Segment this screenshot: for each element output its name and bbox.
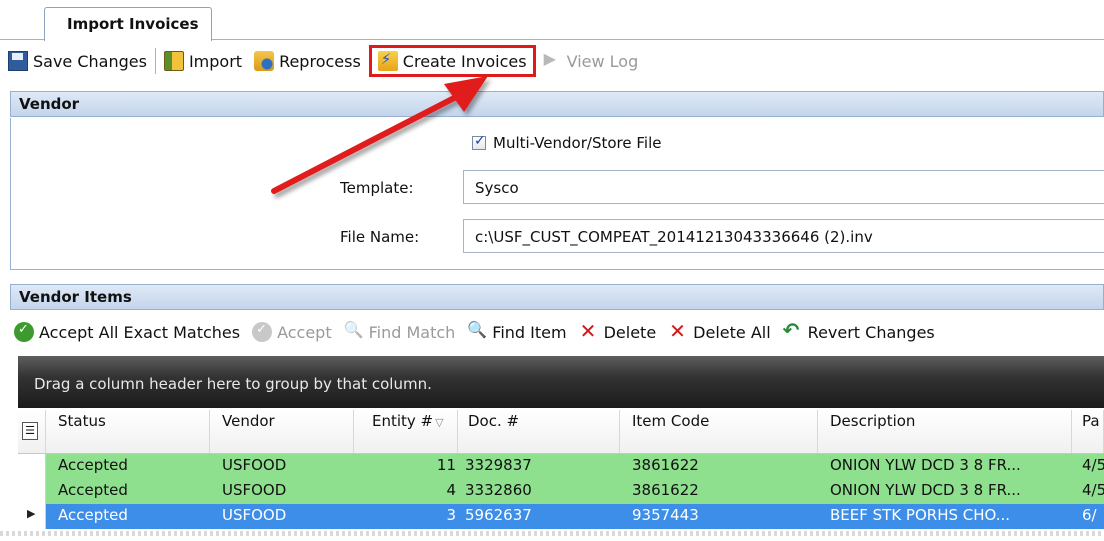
find-item-label: Find Item: [492, 322, 567, 342]
checkmark-icon: [14, 322, 34, 342]
cell-item-code: 3861622: [632, 456, 699, 474]
cell-vendor: USFOOD: [222, 481, 287, 499]
reprocess-button[interactable]: Reprocess: [248, 45, 367, 77]
cell-status: Accepted: [58, 481, 128, 499]
delete-all-label: Delete All: [693, 322, 771, 342]
vendor-section-header: Vendor: [10, 91, 1104, 117]
create-invoices-button[interactable]: Create Invoices: [368, 45, 536, 77]
column-header-entity[interactable]: Entity # ▽: [354, 410, 458, 453]
import-label: Import: [188, 51, 243, 71]
checkmark-disabled-icon: [252, 322, 273, 342]
cell-item-code: 9357443: [632, 506, 699, 524]
current-row-arrow-icon: ▶: [27, 507, 36, 520]
cell-pack: 4/5: [1082, 481, 1104, 499]
column-header-description[interactable]: Description: [818, 410, 1072, 453]
cell-doc: 3332860: [465, 481, 532, 499]
reprocess-label: Reprocess: [279, 51, 361, 71]
accept-label: Accept: [277, 322, 332, 342]
cell-vendor: USFOOD: [222, 506, 287, 524]
find-match-button[interactable]: Find Match: [338, 316, 462, 348]
cell-description: ONION YLW DCD 3 8 FR...: [830, 481, 1021, 499]
multi-vendor-checkbox-row[interactable]: Multi-Vendor/Store File: [472, 133, 662, 152]
multi-vendor-checkbox[interactable]: [472, 133, 486, 150]
cell-vendor: USFOOD: [222, 456, 287, 474]
delete-button[interactable]: Delete: [573, 316, 663, 348]
cell-doc: 3329837: [465, 456, 532, 474]
file-name-value: c:\USF_CUST_COMPEAT_20141213043336646 (2…: [475, 228, 873, 246]
import-icon: [163, 51, 184, 71]
save-changes-button[interactable]: Save Changes: [0, 45, 153, 77]
tab-import-invoices[interactable]: Import Invoices: [44, 7, 212, 41]
view-log-icon: [542, 49, 562, 71]
cell-entity: 11: [436, 456, 456, 474]
cell-status: Accepted: [58, 506, 128, 524]
cell-description: ONION YLW DCD 3 8 FR...: [830, 456, 1021, 474]
cell-status: Accepted: [58, 456, 128, 474]
cell-description: BEEF STK PORHS CHO...: [830, 506, 1011, 524]
group-hint-text: Drag a column header here to group by th…: [34, 375, 432, 393]
import-button[interactable]: Import: [158, 45, 248, 77]
cell-doc: 5962637: [465, 506, 532, 524]
search-disabled-icon: [344, 320, 364, 342]
template-field[interactable]: Sysco: [463, 170, 1104, 204]
table-row[interactable]: Accepted USFOOD 4 3332860 3861622 ONION …: [18, 479, 1104, 504]
lightning-icon: [377, 50, 398, 71]
accept-all-label: Accept All Exact Matches: [39, 322, 241, 342]
view-log-label: View Log: [566, 51, 639, 71]
sort-descending-icon: ▽: [435, 416, 444, 429]
find-item-button[interactable]: Find Item: [461, 316, 572, 348]
view-log-button[interactable]: View Log: [536, 45, 645, 77]
cell-pack: 4/5: [1082, 456, 1104, 474]
revert-changes-label: Revert Changes: [807, 322, 935, 342]
table-row-selected[interactable]: ▶ Accepted USFOOD 3 5962637 9357443 BEEF…: [18, 504, 1104, 529]
multi-vendor-label: Multi-Vendor/Store File: [493, 134, 662, 152]
tab-strip: Import Invoices: [0, 0, 1104, 41]
cell-item-code: 3861622: [632, 481, 699, 499]
vendor-items-section-header: Vendor Items: [10, 284, 1104, 310]
template-label: Template:: [340, 179, 414, 197]
column-header-doc[interactable]: Doc. #: [458, 410, 620, 453]
cell-entity: 3: [446, 506, 456, 524]
file-name-field[interactable]: c:\USF_CUST_COMPEAT_20141213043336646 (2…: [463, 219, 1104, 253]
delete-icon: [579, 319, 599, 343]
grid-header-row: ☰ Status Vendor Entity # ▽ Doc. # Item Co…: [18, 410, 1104, 454]
revert-icon: [783, 318, 803, 342]
column-chooser-icon[interactable]: ☰: [18, 410, 46, 453]
cell-pack: 6/: [1082, 506, 1097, 524]
vendor-header-label: Vendor: [19, 95, 80, 113]
delete-label: Delete: [603, 322, 657, 342]
accept-button[interactable]: Accept: [246, 316, 338, 348]
row-indicator[interactable]: ▶: [18, 504, 46, 529]
save-changes-label: Save Changes: [33, 51, 147, 71]
torn-edge-fill: [0, 536, 1104, 541]
find-match-label: Find Match: [368, 322, 456, 342]
column-header-status[interactable]: Status: [46, 410, 210, 453]
accept-all-button[interactable]: Accept All Exact Matches: [10, 316, 246, 348]
column-header-item-code[interactable]: Item Code: [620, 410, 818, 453]
file-name-label: File Name:: [340, 228, 420, 246]
row-indicator[interactable]: [18, 479, 46, 504]
vendor-items-header-label: Vendor Items: [19, 288, 132, 306]
delete-all-icon: [668, 319, 688, 343]
column-header-pack[interactable]: Pa: [1072, 410, 1104, 453]
vendor-items-grid: ☰ Status Vendor Entity # ▽ Doc. # Item Co…: [18, 410, 1104, 529]
save-icon: [8, 51, 28, 71]
toolbar-separator: [154, 48, 156, 74]
table-row[interactable]: Accepted USFOOD 11 3329837 3861622 ONION…: [18, 454, 1104, 479]
search-icon: [467, 320, 487, 342]
group-by-panel[interactable]: Drag a column header here to group by th…: [18, 356, 1104, 408]
main-toolbar: Save Changes Import Reprocess Create Inv…: [0, 41, 1104, 81]
delete-all-button[interactable]: Delete All: [662, 316, 777, 348]
template-value: Sysco: [475, 179, 519, 197]
cell-entity: 4: [446, 481, 456, 499]
row-indicator[interactable]: [18, 454, 46, 479]
reprocess-icon: [254, 51, 275, 71]
vendor-items-toolbar: Accept All Exact Matches Accept Find Mat…: [10, 312, 1104, 352]
create-invoices-label: Create Invoices: [402, 51, 527, 71]
tab-label: Import Invoices: [67, 15, 199, 33]
column-header-vendor[interactable]: Vendor: [210, 410, 354, 453]
revert-changes-button[interactable]: Revert Changes: [777, 316, 941, 348]
